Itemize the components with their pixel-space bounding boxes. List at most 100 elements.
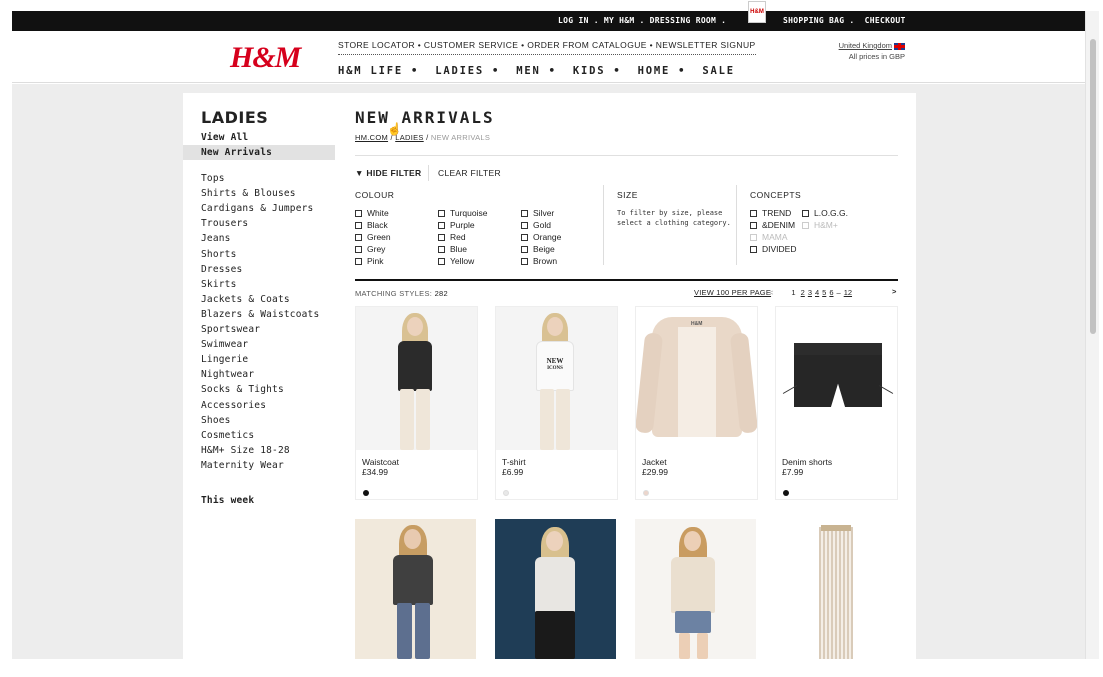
- product-photo[interactable]: H&M: [636, 307, 757, 450]
- nav-home[interactable]: HOME: [638, 65, 671, 77]
- checkbox-icon[interactable]: [750, 221, 757, 229]
- sidebar-category-item[interactable]: Nightwear: [201, 369, 254, 380]
- vertical-scrollbar[interactable]: [1085, 11, 1099, 659]
- product-card[interactable]: [355, 519, 478, 659]
- sidebar-category-item[interactable]: Trousers: [201, 218, 248, 229]
- product-photo[interactable]: [635, 519, 756, 659]
- colour-checkbox[interactable]: Gold: [521, 220, 551, 230]
- product-photo[interactable]: [495, 519, 616, 659]
- colour-checkbox[interactable]: Silver: [521, 208, 554, 218]
- sidebar-category-item[interactable]: Blazers & Waistcoats: [201, 309, 319, 320]
- page-12[interactable]: 12: [844, 288, 852, 297]
- colour-checkbox[interactable]: Pink: [355, 256, 384, 266]
- sidebar-item-view-all[interactable]: View All: [201, 132, 248, 143]
- colour-checkbox[interactable]: Black: [355, 220, 388, 230]
- colour-checkbox[interactable]: Blue: [438, 244, 467, 254]
- checkbox-icon[interactable]: [355, 245, 362, 253]
- product-card[interactable]: NEW ICONS T-shirt £6.99: [495, 306, 618, 500]
- nav-kids[interactable]: KIDS: [573, 65, 606, 77]
- concept-checkbox[interactable]: TREND: [750, 208, 791, 218]
- product-name[interactable]: Jacket: [642, 457, 667, 467]
- nav-ladies[interactable]: LADIES: [435, 65, 484, 77]
- nav-hm-life[interactable]: H&M LIFE: [338, 65, 403, 77]
- sidebar-category-item[interactable]: Jackets & Coats: [201, 294, 290, 305]
- product-photo[interactable]: [775, 519, 896, 659]
- product-card[interactable]: H&M Jacket £29.99: [635, 306, 758, 500]
- sidebar-category-item[interactable]: Shorts: [201, 249, 237, 260]
- checkbox-icon[interactable]: [802, 209, 809, 217]
- sidebar-category-item[interactable]: Accessories: [201, 400, 266, 411]
- checkbox-icon[interactable]: [355, 257, 362, 265]
- sidebar-category-item[interactable]: Cosmetics: [201, 430, 254, 441]
- next-page-icon[interactable]: >: [892, 287, 896, 296]
- page-6[interactable]: 6: [829, 288, 833, 297]
- checkbox-icon[interactable]: [355, 233, 362, 241]
- my-hm-link[interactable]: MY H&M: [604, 16, 635, 25]
- checkbox-icon[interactable]: [521, 245, 528, 253]
- sidebar-category-item[interactable]: Skirts: [201, 279, 237, 290]
- sidebar-category-item[interactable]: Sportswear: [201, 324, 260, 335]
- sidebar-category-item[interactable]: Cardigans & Jumpers: [201, 203, 313, 214]
- sidebar-category-item[interactable]: Jeans: [201, 233, 231, 244]
- scrollbar-thumb[interactable]: [1090, 39, 1096, 334]
- sidebar-this-week[interactable]: This week: [201, 495, 254, 506]
- nav-sale[interactable]: SALE: [702, 65, 735, 77]
- checkbox-icon[interactable]: [750, 245, 757, 253]
- sidebar-category-item[interactable]: Maternity Wear: [201, 460, 284, 471]
- login-link[interactable]: LOG IN: [558, 16, 589, 25]
- checkbox-icon[interactable]: [521, 257, 528, 265]
- colour-checkbox[interactable]: Brown: [521, 256, 557, 266]
- colour-swatch[interactable]: [503, 490, 509, 496]
- colour-swatch[interactable]: [363, 490, 369, 496]
- concept-checkbox[interactable]: DIVIDED: [750, 244, 796, 254]
- view-100-per-page-link[interactable]: VIEW 100 PER PAGE: [694, 288, 771, 297]
- page-4[interactable]: 4: [815, 288, 819, 297]
- colour-checkbox[interactable]: Green: [355, 232, 391, 242]
- product-photo[interactable]: NEW ICONS: [496, 307, 617, 450]
- product-card[interactable]: [635, 519, 758, 659]
- hm-logo[interactable]: H&M: [230, 41, 301, 75]
- colour-checkbox[interactable]: Turquoise: [438, 208, 487, 218]
- hide-filter-button[interactable]: ▼ HIDE FILTER: [355, 168, 421, 178]
- colour-swatch[interactable]: [643, 490, 649, 496]
- checkbox-icon[interactable]: [521, 233, 528, 241]
- concept-checkbox[interactable]: &DENIM: [750, 220, 795, 230]
- product-card[interactable]: [495, 519, 618, 659]
- country-link[interactable]: United Kingdom: [839, 41, 892, 50]
- page-3[interactable]: 3: [808, 288, 812, 297]
- product-photo[interactable]: [776, 307, 897, 450]
- checkbox-icon[interactable]: [521, 209, 528, 217]
- sidebar-item-new-arrivals[interactable]: New Arrivals: [201, 147, 272, 158]
- product-photo[interactable]: [356, 307, 477, 450]
- sidebar-category-item[interactable]: H&M+ Size 18-28: [201, 445, 290, 456]
- page-2[interactable]: 2: [801, 288, 805, 297]
- page-1[interactable]: 1: [791, 288, 795, 297]
- product-photo[interactable]: [355, 519, 476, 659]
- colour-checkbox[interactable]: Grey: [355, 244, 385, 254]
- dressing-room-link[interactable]: DRESSING ROOM: [650, 16, 717, 25]
- product-name[interactable]: T-shirt: [502, 457, 526, 467]
- colour-swatch[interactable]: [783, 490, 789, 496]
- clear-filter-button[interactable]: CLEAR FILTER: [438, 168, 501, 178]
- sidebar-category-item[interactable]: Shirts & Blouses: [201, 188, 296, 199]
- checkbox-icon[interactable]: [438, 233, 445, 241]
- shopping-bag-icon[interactable]: H&M: [748, 1, 766, 23]
- sidebar-category-item[interactable]: Shoes: [201, 415, 231, 426]
- sidebar-category-item[interactable]: Tops: [201, 173, 225, 184]
- product-card[interactable]: [775, 519, 898, 659]
- product-name[interactable]: Waistcoat: [362, 457, 399, 467]
- checkbox-icon[interactable]: [521, 221, 528, 229]
- sidebar-category-item[interactable]: Swimwear: [201, 339, 248, 350]
- concept-checkbox[interactable]: L.O.G.G.: [802, 208, 848, 218]
- service-nav[interactable]: STORE LOCATOR • CUSTOMER SERVICE • ORDER…: [338, 40, 756, 55]
- checkbox-icon[interactable]: [750, 209, 757, 217]
- page-5[interactable]: 5: [822, 288, 826, 297]
- sidebar-category-item[interactable]: Lingerie: [201, 354, 248, 365]
- checkbox-icon[interactable]: [355, 221, 362, 229]
- prev-page-icon[interactable]: <: [769, 288, 773, 297]
- checkbox-icon[interactable]: [438, 257, 445, 265]
- colour-checkbox[interactable]: Beige: [521, 244, 555, 254]
- product-name[interactable]: Denim shorts: [782, 457, 832, 467]
- breadcrumb-home[interactable]: HM.COM: [355, 133, 388, 142]
- colour-checkbox[interactable]: Orange: [521, 232, 561, 242]
